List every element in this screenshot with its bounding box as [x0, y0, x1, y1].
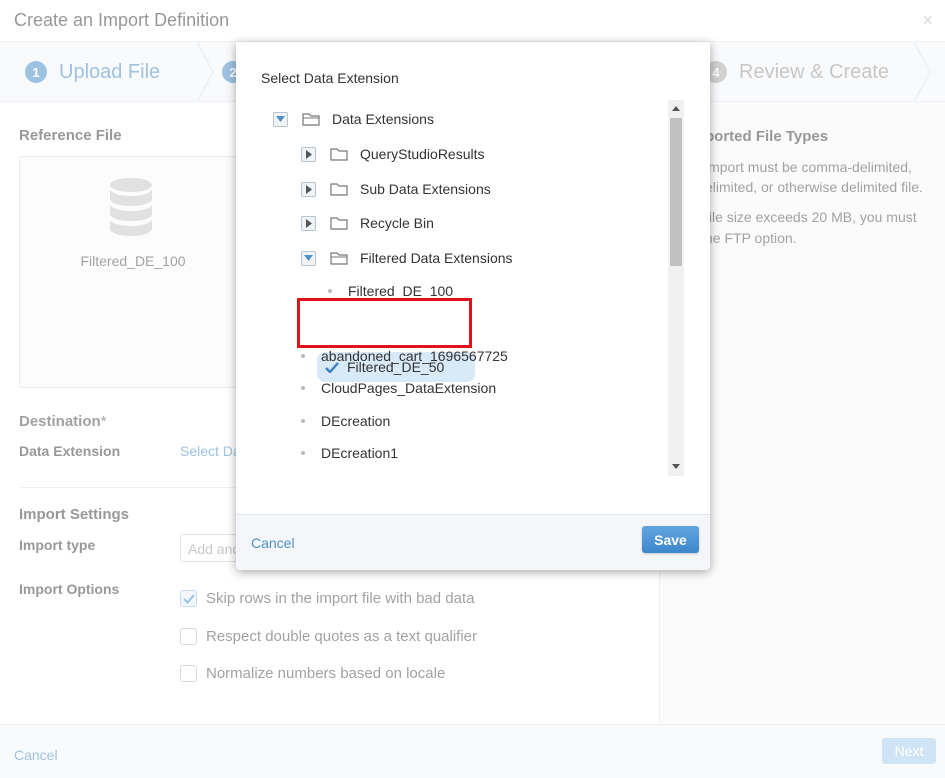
tree-label: Recycle Bin: [360, 215, 434, 231]
tree-label: Filtered_DE_100: [348, 283, 454, 299]
tree-scrollbar[interactable]: [668, 100, 684, 476]
tree-label: QueryStudioResults: [360, 146, 485, 162]
expand-toggle-icon[interactable]: [301, 215, 316, 231]
folder-icon: [330, 183, 348, 196]
modal-footer: Cancel Save: [236, 514, 710, 570]
bullet-icon: [301, 386, 305, 390]
scroll-up-icon[interactable]: [672, 106, 680, 111]
tree-folder-filtered-data-extensions[interactable]: Filtered Data Extensions: [301, 246, 513, 270]
tree-folder-sub-data-extensions[interactable]: Sub Data Extensions: [301, 177, 491, 201]
tree-folder-querystudioresults[interactable]: QueryStudioResults: [301, 142, 485, 166]
expand-toggle-icon[interactable]: [301, 146, 316, 162]
tree-folder-recycle-bin[interactable]: Recycle Bin: [301, 211, 434, 235]
modal-title: Select Data Extension: [261, 70, 399, 86]
bullet-icon: [301, 354, 305, 358]
modal-cancel-button[interactable]: Cancel: [251, 535, 295, 551]
bullet-icon: [301, 419, 305, 423]
tree-label: CloudPages_DataExtension: [321, 380, 497, 396]
modal-save-button[interactable]: Save: [642, 526, 699, 553]
highlight-annotation-box: [297, 298, 472, 348]
scrollbar-thumb[interactable]: [670, 118, 682, 266]
tree-label: abandoned_cart_1696567725: [321, 348, 508, 364]
expand-toggle-icon[interactable]: [301, 181, 316, 197]
tree-label: Sub Data Extensions: [360, 181, 491, 197]
tree-item-cloudpages[interactable]: CloudPages_DataExtension: [301, 376, 496, 400]
folder-open-icon: [330, 252, 348, 265]
collapse-toggle-icon[interactable]: [273, 111, 288, 127]
collapse-toggle-icon[interactable]: [301, 250, 316, 266]
tree-item-decreation[interactable]: DEcreation: [301, 409, 390, 433]
tree-label: DEcreation1: [321, 445, 399, 461]
tree-folder-data-extensions[interactable]: Data Extensions: [273, 107, 434, 131]
bullet-icon: [301, 451, 305, 455]
folder-icon: [330, 217, 348, 230]
scroll-down-icon[interactable]: [672, 464, 680, 469]
tree-label: Data Extensions: [332, 111, 434, 127]
folder-icon: [330, 148, 348, 161]
tree-label: DEcreation: [321, 413, 391, 429]
folder-open-icon: [302, 113, 320, 126]
bullet-icon: [328, 289, 332, 293]
tree-label: Filtered Data Extensions: [360, 250, 513, 266]
tree-item-decreation1[interactable]: DEcreation1: [301, 441, 398, 465]
